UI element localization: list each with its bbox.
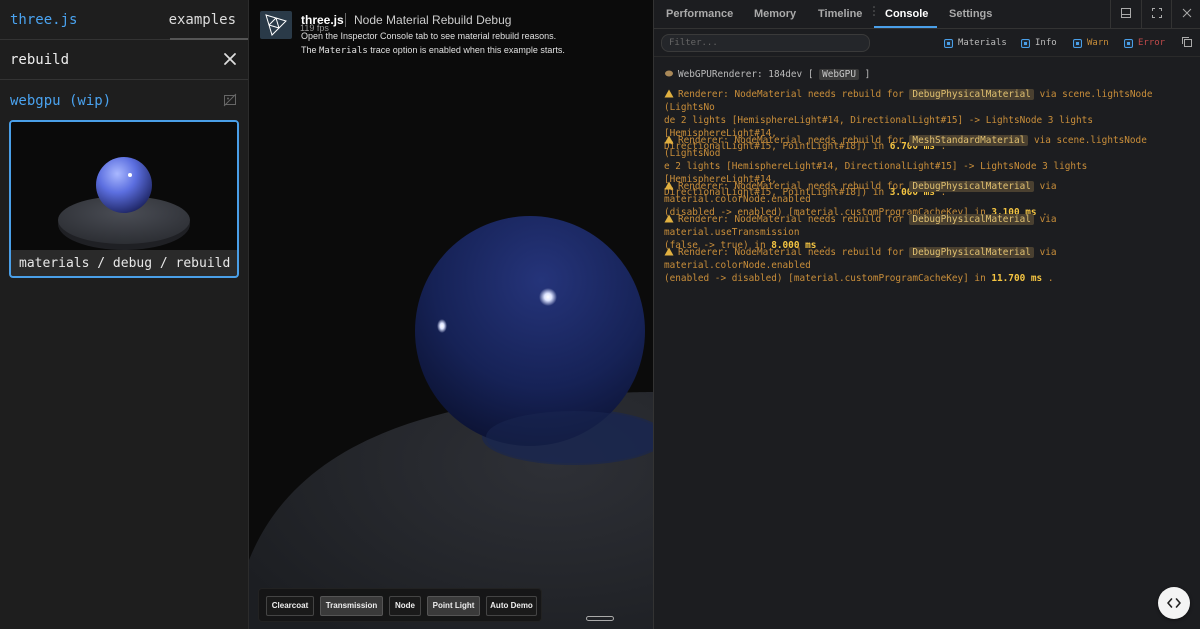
- transmission-button[interactable]: Transmission: [320, 596, 383, 616]
- log-tag: DebugPhysicalMaterial: [909, 214, 1034, 225]
- checkbox-box: [1021, 39, 1030, 48]
- checkbox-label: Info: [1035, 38, 1057, 48]
- filter-input[interactable]: [661, 34, 870, 52]
- sidebar-header: three.js examples: [0, 0, 248, 40]
- warning-icon: [664, 181, 674, 190]
- clearcoat-button[interactable]: Clearcoat: [266, 596, 314, 616]
- log-text: (enabled -> disabled) [material.customPr…: [664, 273, 992, 284]
- demo-controls: Clearcoat Transmission Node Point Light …: [258, 588, 542, 622]
- sidebar: three.js examples webgpu (wip): [0, 0, 249, 629]
- fullscreen-icon: [1152, 8, 1162, 18]
- code-icon: [1167, 598, 1181, 608]
- drag-dots-icon: [873, 6, 875, 16]
- log-text: Renderer: NodeMaterial needs rebuild for: [678, 89, 910, 100]
- scene-canvas[interactable]: [249, 0, 653, 629]
- info-description-line2: The Materials trace option is enabled wh…: [301, 45, 565, 56]
- render-viewport[interactable]: 119 fps three.js Node Material Rebuild D…: [249, 0, 653, 629]
- threejs-logo[interactable]: [260, 11, 292, 39]
- info-text: The: [301, 45, 320, 55]
- warning-icon: [664, 247, 674, 256]
- checkbox-label: Error: [1138, 38, 1166, 48]
- node-button[interactable]: Node: [389, 596, 421, 616]
- info-description-line1: Open the Inspector Console tab to see ma…: [301, 31, 557, 41]
- tab-memory[interactable]: Memory: [754, 8, 796, 20]
- log-text: .: [1042, 273, 1054, 284]
- info-text: trace option is enabled when this exampl…: [367, 45, 565, 55]
- log-text: Renderer: NodeMaterial needs rebuild for: [678, 214, 910, 225]
- copy-icon[interactable]: [1181, 36, 1193, 48]
- tab-performance[interactable]: Performance: [666, 8, 733, 20]
- examples-tab[interactable]: examples: [169, 12, 236, 28]
- info-separator: [345, 13, 346, 27]
- log-tag: WebGPU: [819, 69, 859, 80]
- tab-console[interactable]: Console: [885, 8, 928, 20]
- log-entry-info: WebGPURenderer: 184dev [ WebGPU ]: [664, 68, 1194, 81]
- auto-demo-button[interactable]: Auto Demo: [486, 596, 537, 616]
- log-text: Renderer: NodeMaterial needs rebuild for: [678, 247, 910, 258]
- close-icon: [1182, 8, 1192, 18]
- search-bar: [0, 40, 248, 80]
- view-source-button[interactable]: [1158, 587, 1190, 619]
- brand-link[interactable]: three.js: [10, 12, 77, 28]
- log-text: Renderer: NodeMaterial needs rebuild for: [678, 181, 910, 192]
- info-code: Materials: [319, 46, 368, 56]
- log-info-icon: [665, 70, 673, 77]
- info-subtitle: Node Material Rebuild Debug: [354, 13, 512, 27]
- log-tag: MeshStandardMaterial: [909, 135, 1029, 146]
- tab-settings[interactable]: Settings: [949, 8, 992, 20]
- clear-search-icon[interactable]: [222, 51, 238, 67]
- fullscreen-button[interactable]: [1141, 0, 1171, 29]
- log-entry-warn: Renderer: NodeMaterial needs rebuild for…: [664, 246, 1194, 285]
- checkbox-box: [944, 39, 953, 48]
- checkbox-label: Warn: [1087, 38, 1109, 48]
- hide-thumbnails-icon[interactable]: [223, 93, 237, 107]
- log-tag: DebugPhysicalMaterial: [909, 181, 1034, 192]
- checkbox-box: [1124, 39, 1133, 48]
- inspector-tabs: Performance Memory Timeline Console Sett…: [654, 0, 1200, 29]
- checkbox-label: Materials: [958, 38, 1007, 48]
- dock-icon: [1121, 8, 1131, 18]
- info-title[interactable]: three.js: [301, 13, 344, 27]
- warning-icon: [664, 135, 674, 144]
- close-panel-button[interactable]: [1171, 0, 1200, 29]
- example-card[interactable]: materials / debug / rebuild: [9, 120, 239, 278]
- category-label[interactable]: webgpu (wip): [10, 93, 111, 109]
- console-filter-bar: Materials Info Warn Error: [654, 29, 1200, 57]
- log-duration: 11.700 ms: [991, 273, 1043, 284]
- log-text: ]: [858, 69, 871, 80]
- inspector-panel: Performance Memory Timeline Console Sett…: [653, 0, 1200, 629]
- warning-icon: [664, 89, 674, 98]
- log-text: Renderer: NodeMaterial needs rebuild for: [678, 135, 910, 146]
- tab-timeline[interactable]: Timeline: [818, 8, 862, 20]
- dock-panel-button[interactable]: [1110, 0, 1140, 29]
- active-tab-indicator: [874, 26, 937, 28]
- warning-icon: [664, 214, 674, 223]
- log-tag: DebugPhysicalMaterial: [909, 247, 1034, 258]
- example-thumbnail: [11, 122, 237, 250]
- search-input[interactable]: [0, 40, 210, 79]
- log-tag: DebugPhysicalMaterial: [909, 89, 1034, 100]
- point-light-button[interactable]: Point Light: [427, 596, 480, 616]
- log-text: WebGPURenderer: 184dev [: [678, 69, 820, 80]
- checkbox-box: [1073, 39, 1082, 48]
- example-card-label: materials / debug / rebuild: [19, 256, 231, 271]
- resize-handle[interactable]: [586, 616, 614, 621]
